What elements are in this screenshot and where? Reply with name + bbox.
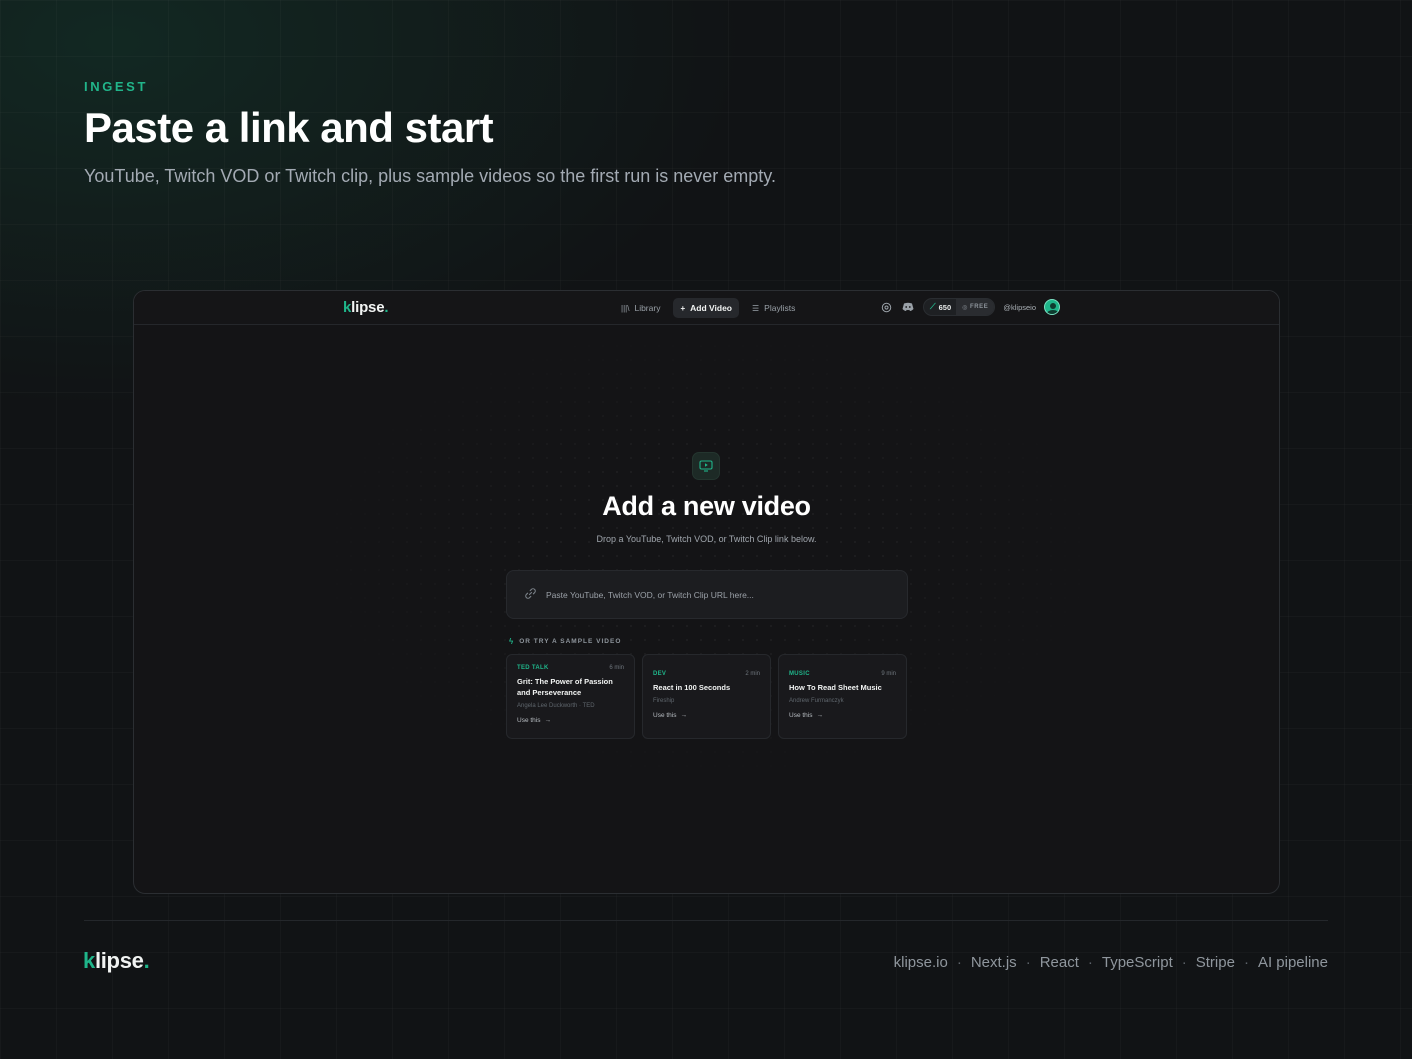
credits-count: ⟋ 650 (924, 302, 956, 312)
use-this-button[interactable]: Use this → (789, 712, 896, 719)
use-this-label: Use this (789, 711, 813, 719)
settings-icon[interactable] (879, 300, 893, 314)
card-author: Andrew Furmanczyk (789, 697, 844, 704)
separator: · (1025, 954, 1031, 971)
nav-library[interactable]: |||\ Library (614, 298, 667, 318)
card-duration: 6 min (609, 665, 624, 671)
footer-links: klipse.io · Next.js · React · TypeScript · S… (894, 954, 1328, 971)
logo-text: lipse (94, 948, 144, 973)
arrow-right-icon: → (816, 711, 823, 719)
main-nav: |||\ Library + Add Video ☰ Playlists (614, 298, 802, 318)
sample-card-music[interactable]: MUSIC 9 min How To Read Sheet Music Andr… (778, 654, 907, 739)
nav-playlists-label: Playlists (764, 303, 796, 313)
separator: · (956, 954, 962, 971)
card-author: Fireship (653, 697, 675, 704)
app-topbar: klipse. |||\ Library + Add Video ☰ Playl… (134, 291, 1279, 325)
credits-value: 650 (938, 302, 952, 312)
card-title: Grit: The Power of Passion and Persevera… (517, 677, 613, 697)
page-subtitle: YouTube, Twitch VOD or Twitch clip, plus… (84, 166, 776, 186)
credits-badge[interactable]: ⟋ 650 ◎ FREE (923, 298, 996, 316)
section-eyebrow: INGEST (84, 79, 148, 94)
separator: · (1181, 954, 1187, 971)
footer-link[interactable]: klipse.io (894, 954, 948, 971)
url-input[interactable] (546, 589, 907, 600)
sample-section-label: ϟ OR TRY A SAMPLE VIDEO (509, 637, 621, 646)
footer-link[interactable]: Next.js (971, 954, 1017, 971)
sample-card-ted[interactable]: TED TALK 6 min Grit: The Power of Passio… (506, 654, 635, 739)
logo-text: lipse (351, 299, 385, 316)
video-icon (692, 452, 720, 480)
sample-card-dev[interactable]: DEV 2 min React in 100 Seconds Fireship … (642, 654, 771, 739)
logo-k: k (343, 299, 352, 316)
card-duration: 9 min (881, 671, 896, 677)
page-title: Paste a link and start (84, 104, 494, 151)
use-this-label: Use this (517, 716, 541, 724)
link-icon (524, 587, 537, 603)
plan-badge: ◎ FREE (956, 299, 995, 315)
nav-add-video[interactable]: + Add Video (673, 298, 739, 318)
plan-icon: ◎ (962, 304, 968, 311)
card-category: TED TALK (517, 665, 549, 671)
add-video-title: Add a new video (602, 491, 811, 521)
app-window: klipse. |||\ Library + Add Video ☰ Playl… (133, 290, 1280, 894)
card-head: TED TALK 6 min (517, 665, 624, 671)
bolt-icon: ϟ (509, 637, 515, 646)
logo-dot: . (143, 948, 150, 973)
leaf-icon: ⟋ (930, 302, 936, 311)
separator: · (1243, 954, 1249, 971)
logo-k: k (83, 948, 95, 973)
url-input-box[interactable] (506, 570, 908, 619)
arrow-right-icon: → (544, 716, 551, 724)
footer-link[interactable]: Stripe (1196, 954, 1235, 971)
playlist-icon: ☰ (752, 303, 760, 313)
plan-label: FREE (969, 304, 989, 310)
library-icon: |||\ (621, 303, 630, 313)
nav-library-label: Library (634, 303, 661, 313)
topbar-tools: ⟋ 650 ◎ FREE @klipseio (879, 298, 1061, 316)
card-title: How To Read Sheet Music (789, 683, 882, 692)
card-head: MUSIC 9 min (789, 671, 896, 677)
card-category: MUSIC (789, 671, 810, 677)
nav-playlists[interactable]: ☰ Playlists (745, 298, 802, 318)
add-video-subtitle: Drop a YouTube, Twitch VOD, or Twitch Cl… (596, 534, 817, 544)
footer-divider (84, 920, 1328, 921)
card-author: Angela Lee Duckworth · TED (517, 702, 595, 709)
separator: · (1087, 954, 1093, 971)
logo-dot: . (384, 299, 389, 316)
nav-add-video-label: Add Video (690, 303, 732, 313)
use-this-button[interactable]: Use this → (517, 717, 624, 724)
user-handle[interactable]: @klipseio (1003, 303, 1036, 312)
footer-link[interactable]: AI pipeline (1258, 954, 1328, 971)
card-title: React in 100 Seconds (653, 683, 731, 692)
footer-link[interactable]: React (1040, 954, 1079, 971)
card-duration: 2 min (745, 671, 760, 677)
discord-icon[interactable] (901, 300, 915, 314)
card-head: DEV 2 min (653, 671, 760, 677)
use-this-button[interactable]: Use this → (653, 712, 760, 719)
sample-label-text: OR TRY A SAMPLE VIDEO (519, 638, 622, 645)
arrow-right-icon: → (680, 711, 687, 719)
sample-cards: TED TALK 6 min Grit: The Power of Passio… (506, 654, 907, 739)
plus-icon: + (680, 303, 686, 313)
avatar[interactable] (1044, 299, 1061, 315)
app-logo[interactable]: klipse. (343, 299, 389, 316)
card-category: DEV (653, 671, 667, 677)
footer-link[interactable]: TypeScript (1102, 954, 1173, 971)
use-this-label: Use this (653, 711, 677, 719)
footer-logo[interactable]: klipse. (83, 948, 150, 974)
